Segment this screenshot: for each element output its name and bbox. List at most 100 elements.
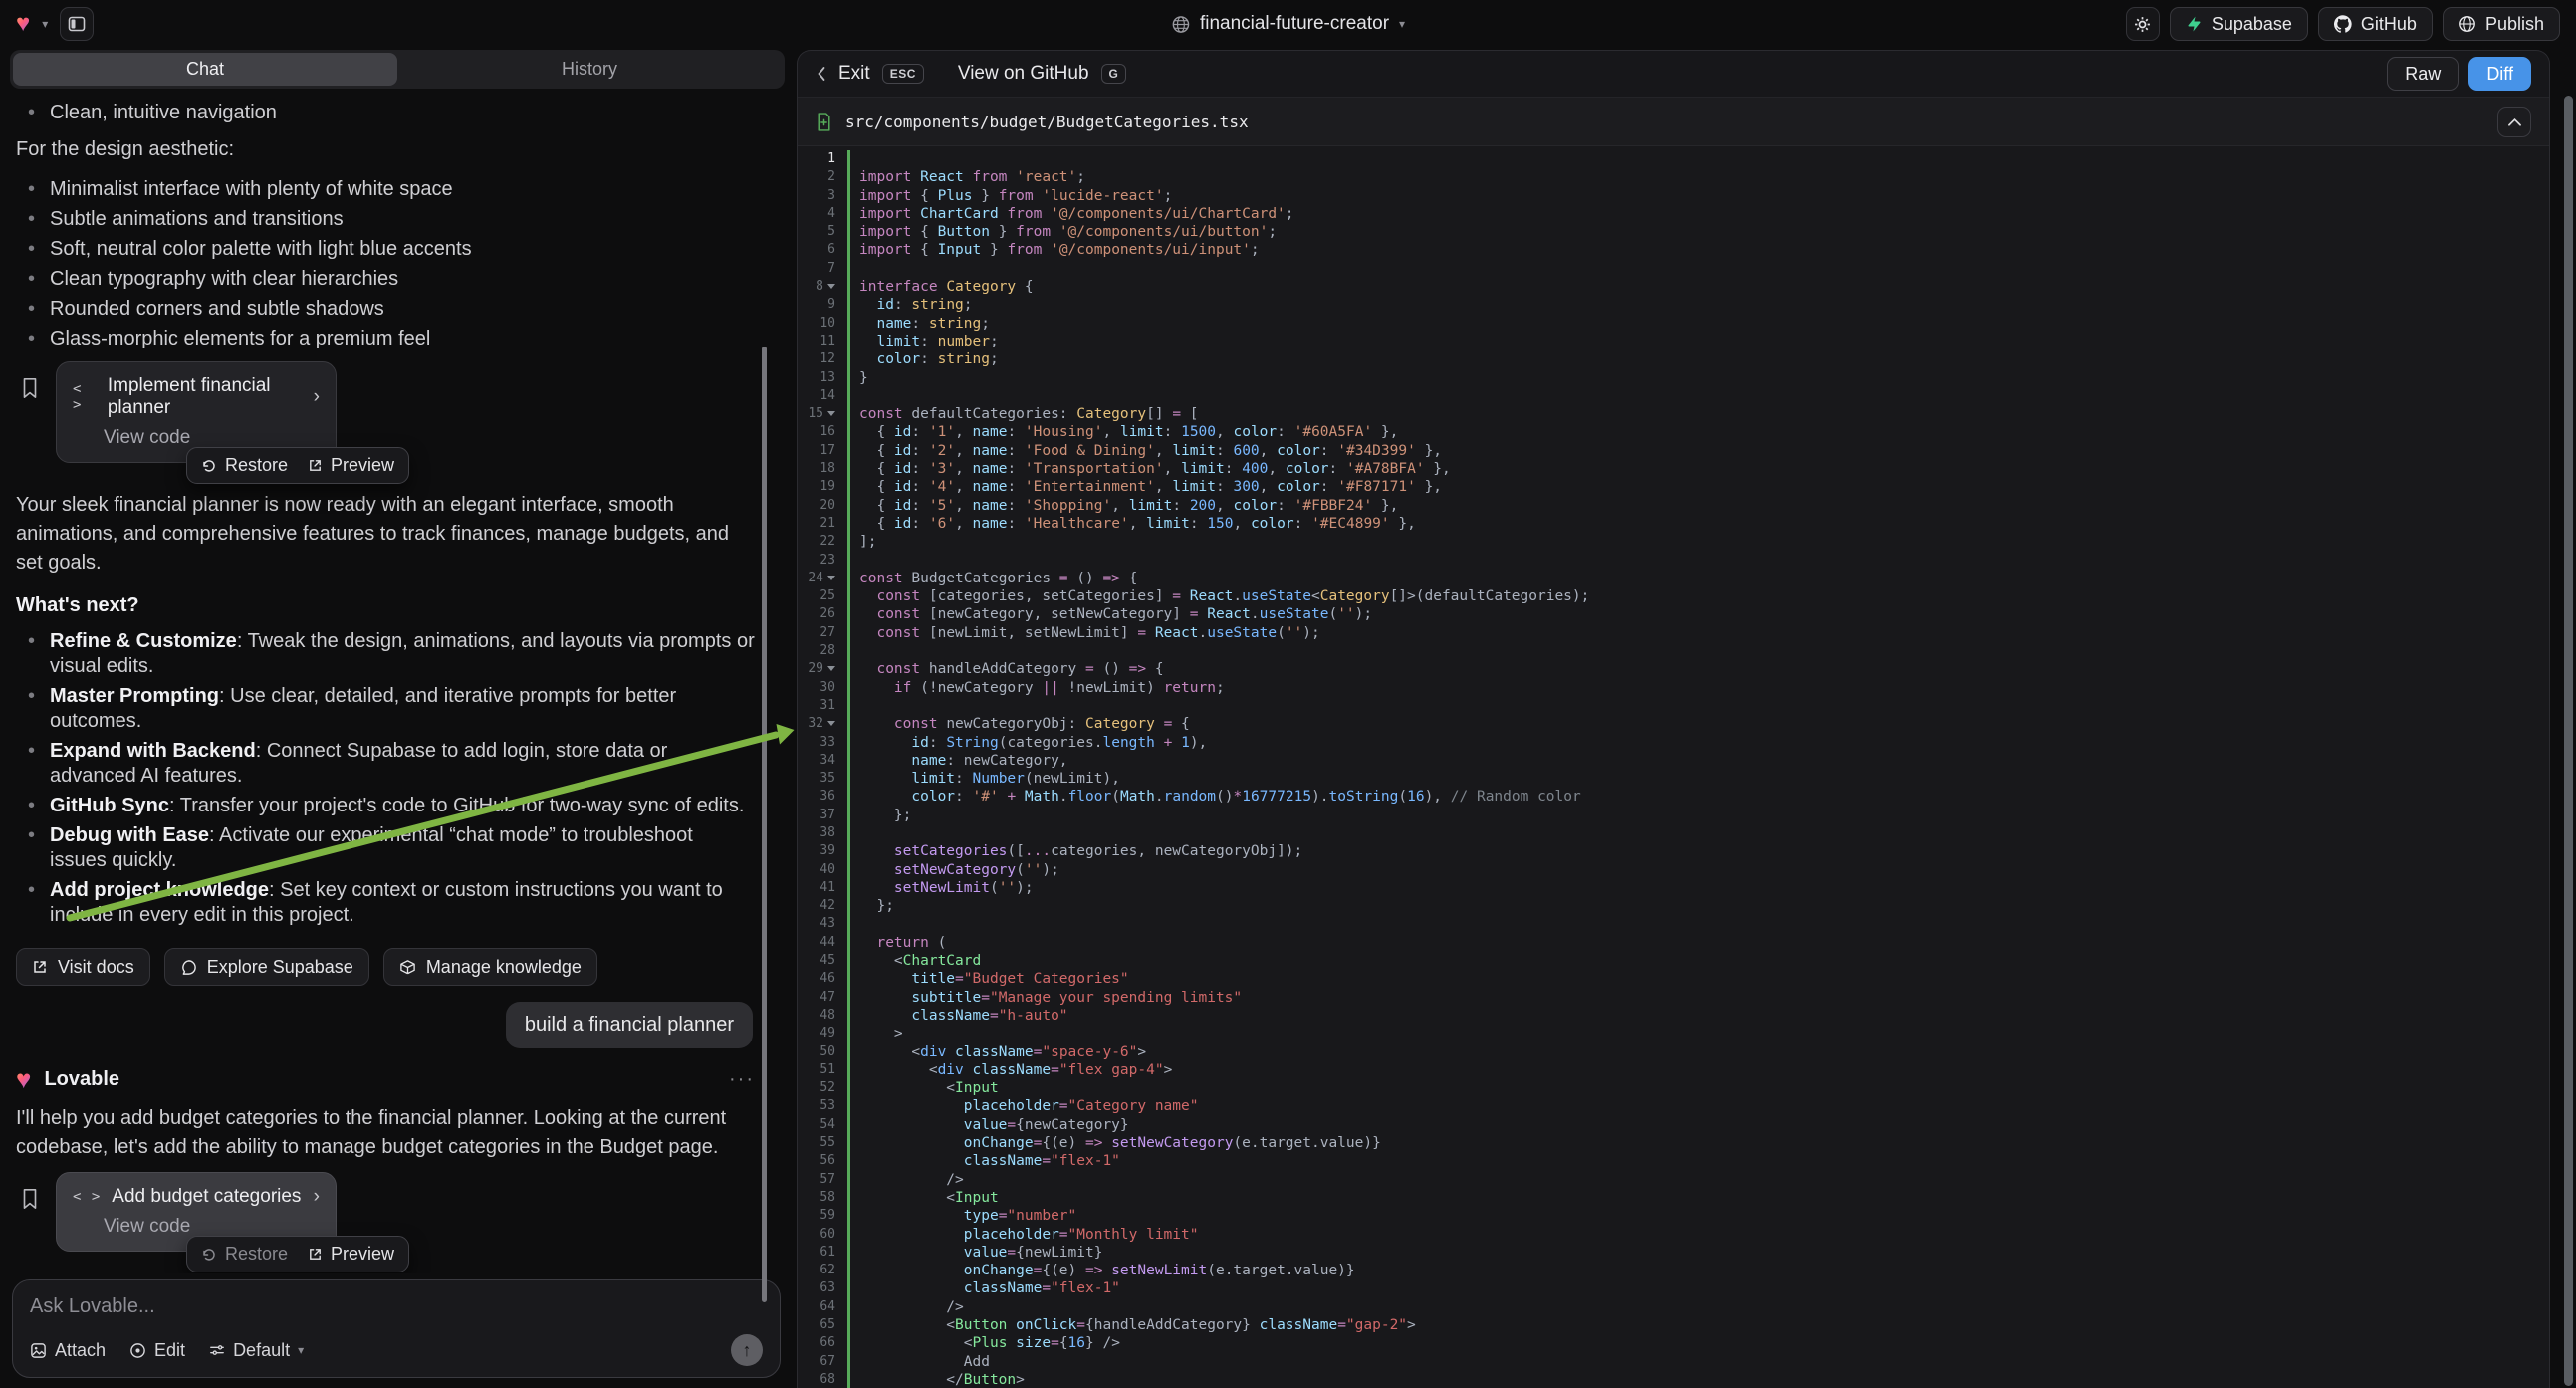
view-on-github-label: View on GitHub [958, 63, 1089, 85]
code-line: 21 { id: '6', name: 'Healthcare', limit:… [798, 515, 2549, 533]
code-line: 68 </Button> [798, 1371, 2549, 1388]
code-line: 61 value={newLimit} [798, 1244, 2549, 1262]
assistant-paragraph: Your sleek financial planner is now read… [16, 491, 755, 578]
code-line: 18 { id: '3', name: 'Transportation', li… [798, 460, 2549, 478]
attach-label: Attach [55, 1340, 106, 1361]
external-link-icon [308, 1247, 323, 1262]
window-scrollbar-thumb[interactable] [2564, 96, 2573, 1386]
model-selector[interactable]: Default ▾ [209, 1340, 304, 1361]
code-line: 54 value={newCategory} [798, 1116, 2549, 1134]
code-line: 51 <div className="flex gap-4"> [798, 1061, 2549, 1079]
globe-icon [1171, 15, 1190, 34]
fold-chevron-icon[interactable] [827, 721, 835, 726]
bookmark-icon[interactable] [20, 1188, 40, 1210]
bookmark-icon[interactable] [20, 377, 40, 399]
code-line: 65 <Button onClick={handleAddCategory} c… [798, 1316, 2549, 1334]
view-on-github-button[interactable]: View on GitHub G [958, 63, 1127, 85]
version-card-title: Add budget categories [112, 1186, 301, 1208]
code-editor[interactable]: 12import React from 'react';3import { Pl… [798, 146, 2549, 1388]
manage-knowledge-button[interactable]: Manage knowledge [383, 948, 597, 986]
lovable-logo-icon[interactable]: ♥ [16, 12, 30, 36]
supabase-icon [2186, 15, 2203, 33]
preview-label: Preview [331, 1244, 394, 1265]
code-line: 38 [798, 824, 2549, 842]
list-item: Rounded corners and subtle shadows [16, 297, 755, 322]
code-line: 66 <Plus size={16} /> [798, 1334, 2549, 1352]
project-switcher[interactable]: financial-future-creator ▾ [1171, 13, 1405, 35]
publish-button[interactable]: Publish [2443, 7, 2560, 41]
sidebar-toggle-button[interactable] [60, 7, 94, 41]
view-code-link[interactable]: View code [104, 427, 320, 449]
code-line: 12 color: string; [798, 350, 2549, 368]
preview-button[interactable]: Preview [308, 1244, 394, 1265]
code-line: 45 <ChartCard [798, 952, 2549, 970]
prompt-input[interactable] [30, 1295, 763, 1318]
chevron-up-icon [2508, 117, 2521, 126]
diff-toggle-button[interactable]: Diff [2468, 57, 2531, 91]
fold-chevron-icon[interactable] [827, 576, 835, 580]
file-added-icon [816, 113, 832, 131]
preview-button[interactable]: Preview [308, 455, 394, 476]
assistant-name: Lovable [44, 1068, 119, 1091]
code-line: 17 { id: '2', name: 'Food & Dining', lim… [798, 442, 2549, 460]
code-view-header: Exit ESC View on GitHub G Raw Diff [798, 51, 2549, 98]
list-item-lead: Master Prompting [50, 685, 219, 707]
code-line: 15const defaultCategories: Category[] = … [798, 405, 2549, 423]
code-line: 52 <Input [798, 1079, 2549, 1097]
code-line: 62 onChange={(e) => setNewLimit(e.target… [798, 1262, 2549, 1279]
top-bar: ♥ ▾ financial-future-creator ▾ Supabase … [0, 0, 2576, 48]
version-card-implement-financial-planner[interactable]: < > Implement financial planner › View c… [56, 361, 337, 463]
select-edit-icon [129, 1342, 146, 1359]
gear-icon [2133, 15, 2152, 34]
edit-mode-button[interactable]: Edit [129, 1340, 185, 1361]
fold-chevron-icon[interactable] [827, 284, 835, 289]
assistant-header: ♥ Lovable ··· [16, 1066, 755, 1092]
code-line: 22]; [798, 533, 2549, 551]
code-line: 53 placeholder="Category name" [798, 1097, 2549, 1115]
fold-chevron-icon[interactable] [827, 411, 835, 416]
code-line: 3import { Plus } from 'lucide-react'; [798, 187, 2549, 205]
supabase-button[interactable]: Supabase [2170, 7, 2308, 41]
chat-scrollbar-thumb[interactable] [762, 347, 767, 1302]
tab-chat[interactable]: Chat [13, 53, 397, 86]
restore-button[interactable]: Restore [201, 1244, 288, 1265]
sliders-icon [209, 1342, 225, 1358]
exit-button[interactable]: Exit ESC [816, 63, 924, 85]
code-line: 8interface Category { [798, 278, 2549, 296]
github-button-label: GitHub [2361, 14, 2417, 35]
explore-supabase-button[interactable]: Explore Supabase [164, 948, 369, 986]
code-line: 41 setNewLimit(''); [798, 879, 2549, 897]
visit-docs-button[interactable]: Visit docs [16, 948, 150, 986]
list-item: Master Prompting: Use clear, detailed, a… [16, 684, 755, 734]
chevron-right-icon[interactable]: › [314, 1186, 320, 1208]
view-code-link[interactable]: View code [104, 1216, 320, 1238]
publish-button-label: Publish [2485, 14, 2544, 35]
restore-button[interactable]: Restore [201, 455, 288, 476]
message-menu-button[interactable]: ··· [729, 1068, 755, 1091]
chat-message-list[interactable]: Clean, intuitive navigation For the desi… [0, 89, 795, 1273]
collapse-file-button[interactable] [2497, 107, 2531, 137]
raw-toggle-button[interactable]: Raw [2387, 57, 2459, 91]
file-header[interactable]: src/components/budget/BudgetCategories.t… [798, 98, 2549, 146]
list-item: Clean typography with clear hierarchies [16, 267, 755, 292]
code-line: 50 <div className="space-y-6"> [798, 1043, 2549, 1061]
code-line: 49 > [798, 1025, 2549, 1042]
logo-menu-chevron-icon[interactable]: ▾ [42, 17, 48, 31]
code-line: 20 { id: '5', name: 'Shopping', limit: 2… [798, 497, 2549, 515]
chevron-right-icon[interactable]: › [314, 386, 320, 408]
settings-button[interactable] [2126, 7, 2160, 41]
restore-icon [201, 458, 217, 474]
restore-icon [201, 1247, 217, 1263]
fold-chevron-icon[interactable] [827, 666, 835, 671]
chevron-down-icon: ▾ [298, 1343, 304, 1357]
github-button[interactable]: GitHub [2318, 7, 2433, 41]
attach-button[interactable]: Attach [30, 1340, 106, 1361]
list-item: Glass-morphic elements for a premium fee… [16, 327, 755, 351]
code-line: 46 title="Budget Categories" [798, 970, 2549, 988]
code-icon: < > [73, 381, 97, 413]
tab-history[interactable]: History [397, 53, 782, 86]
version-card-title: Implement financial planner [108, 375, 303, 419]
send-button[interactable]: ↑ [731, 1334, 763, 1366]
code-line: 40 setNewCategory(''); [798, 861, 2549, 879]
version-card-add-budget-categories[interactable]: < > Add budget categories › View code Re… [56, 1172, 337, 1252]
